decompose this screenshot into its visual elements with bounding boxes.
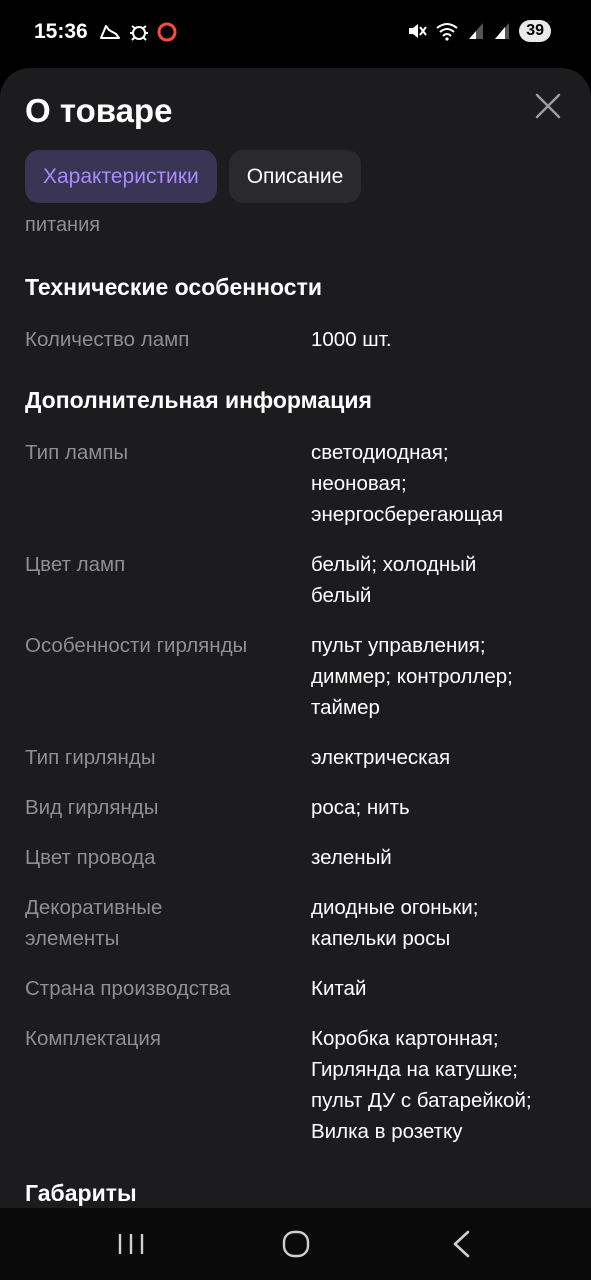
wifi-icon: [436, 23, 458, 41]
status-left-icons: [98, 21, 178, 43]
row-value: роса; нить: [311, 796, 410, 819]
section-title: Габариты: [25, 1180, 137, 1206]
row-label: Страна производства: [25, 977, 231, 1000]
mute-icon: [409, 24, 428, 38]
back-icon[interactable]: [442, 1228, 482, 1260]
row-value: светодиодная; неоновая; энергосберегающая: [311, 441, 504, 526]
row-label: Декоративные элементы: [25, 896, 163, 950]
row-label: Вид гирлянды: [25, 796, 159, 819]
tab-characteristics[interactable]: Характеристики: [25, 150, 217, 203]
screen: 15:36 39 О товаре Характеристики Описани…: [0, 0, 591, 1280]
status-right-icons: 39: [407, 20, 551, 42]
status-time: 15:36: [34, 20, 88, 43]
row-value: Коробка картонная; Гирлянда на катушке; пу…: [311, 1027, 532, 1143]
row-label: Тип лампы: [25, 441, 129, 464]
signal-icon: [469, 23, 484, 39]
truncated-row-text: питания: [25, 216, 101, 236]
row-value: зеленый: [311, 846, 392, 869]
row-label: Цвет ламп: [25, 553, 126, 576]
row-value: электрическая: [311, 746, 451, 769]
row-label: Комплектация: [25, 1027, 161, 1050]
battery-badge: 39: [519, 20, 551, 42]
ring-icon: [157, 22, 177, 42]
row-value: пульт управления; диммер; контроллер; тайм…: [311, 634, 513, 719]
characteristics-list[interactable]: питания Технические особенности Количест…: [0, 216, 591, 1208]
recent-apps-icon[interactable]: [111, 1228, 151, 1260]
product-info-sheet: О товаре Характеристики Описание питания…: [0, 68, 591, 1208]
row-label: Цвет провода: [25, 846, 156, 869]
shoe-icon: [100, 25, 120, 39]
close-icon[interactable]: [534, 92, 562, 120]
row-value: Китай: [311, 977, 367, 1000]
system-nav-bar: [0, 1208, 591, 1280]
row-label: Тип гирлянды: [25, 746, 156, 769]
row-value: диодные огоньки; капельки росы: [311, 896, 479, 950]
section-title: Дополнительная информация: [25, 387, 372, 413]
row-value: белый; холодный белый: [311, 553, 477, 607]
page-title: О товаре: [25, 92, 173, 129]
tab-description[interactable]: Описание: [228, 150, 362, 203]
tab-bar: Характеристики Описание: [25, 150, 362, 203]
row-value: 1000 шт.: [311, 328, 392, 351]
home-icon[interactable]: [276, 1228, 316, 1260]
status-bar: 15:36 39: [0, 0, 591, 64]
row-label: Количество ламп: [25, 328, 190, 351]
signal-icon: [495, 23, 510, 39]
section-title: Технические особенности: [25, 274, 322, 300]
bug-icon: [130, 25, 148, 41]
row-label: Особенности гирлянды: [25, 634, 248, 657]
